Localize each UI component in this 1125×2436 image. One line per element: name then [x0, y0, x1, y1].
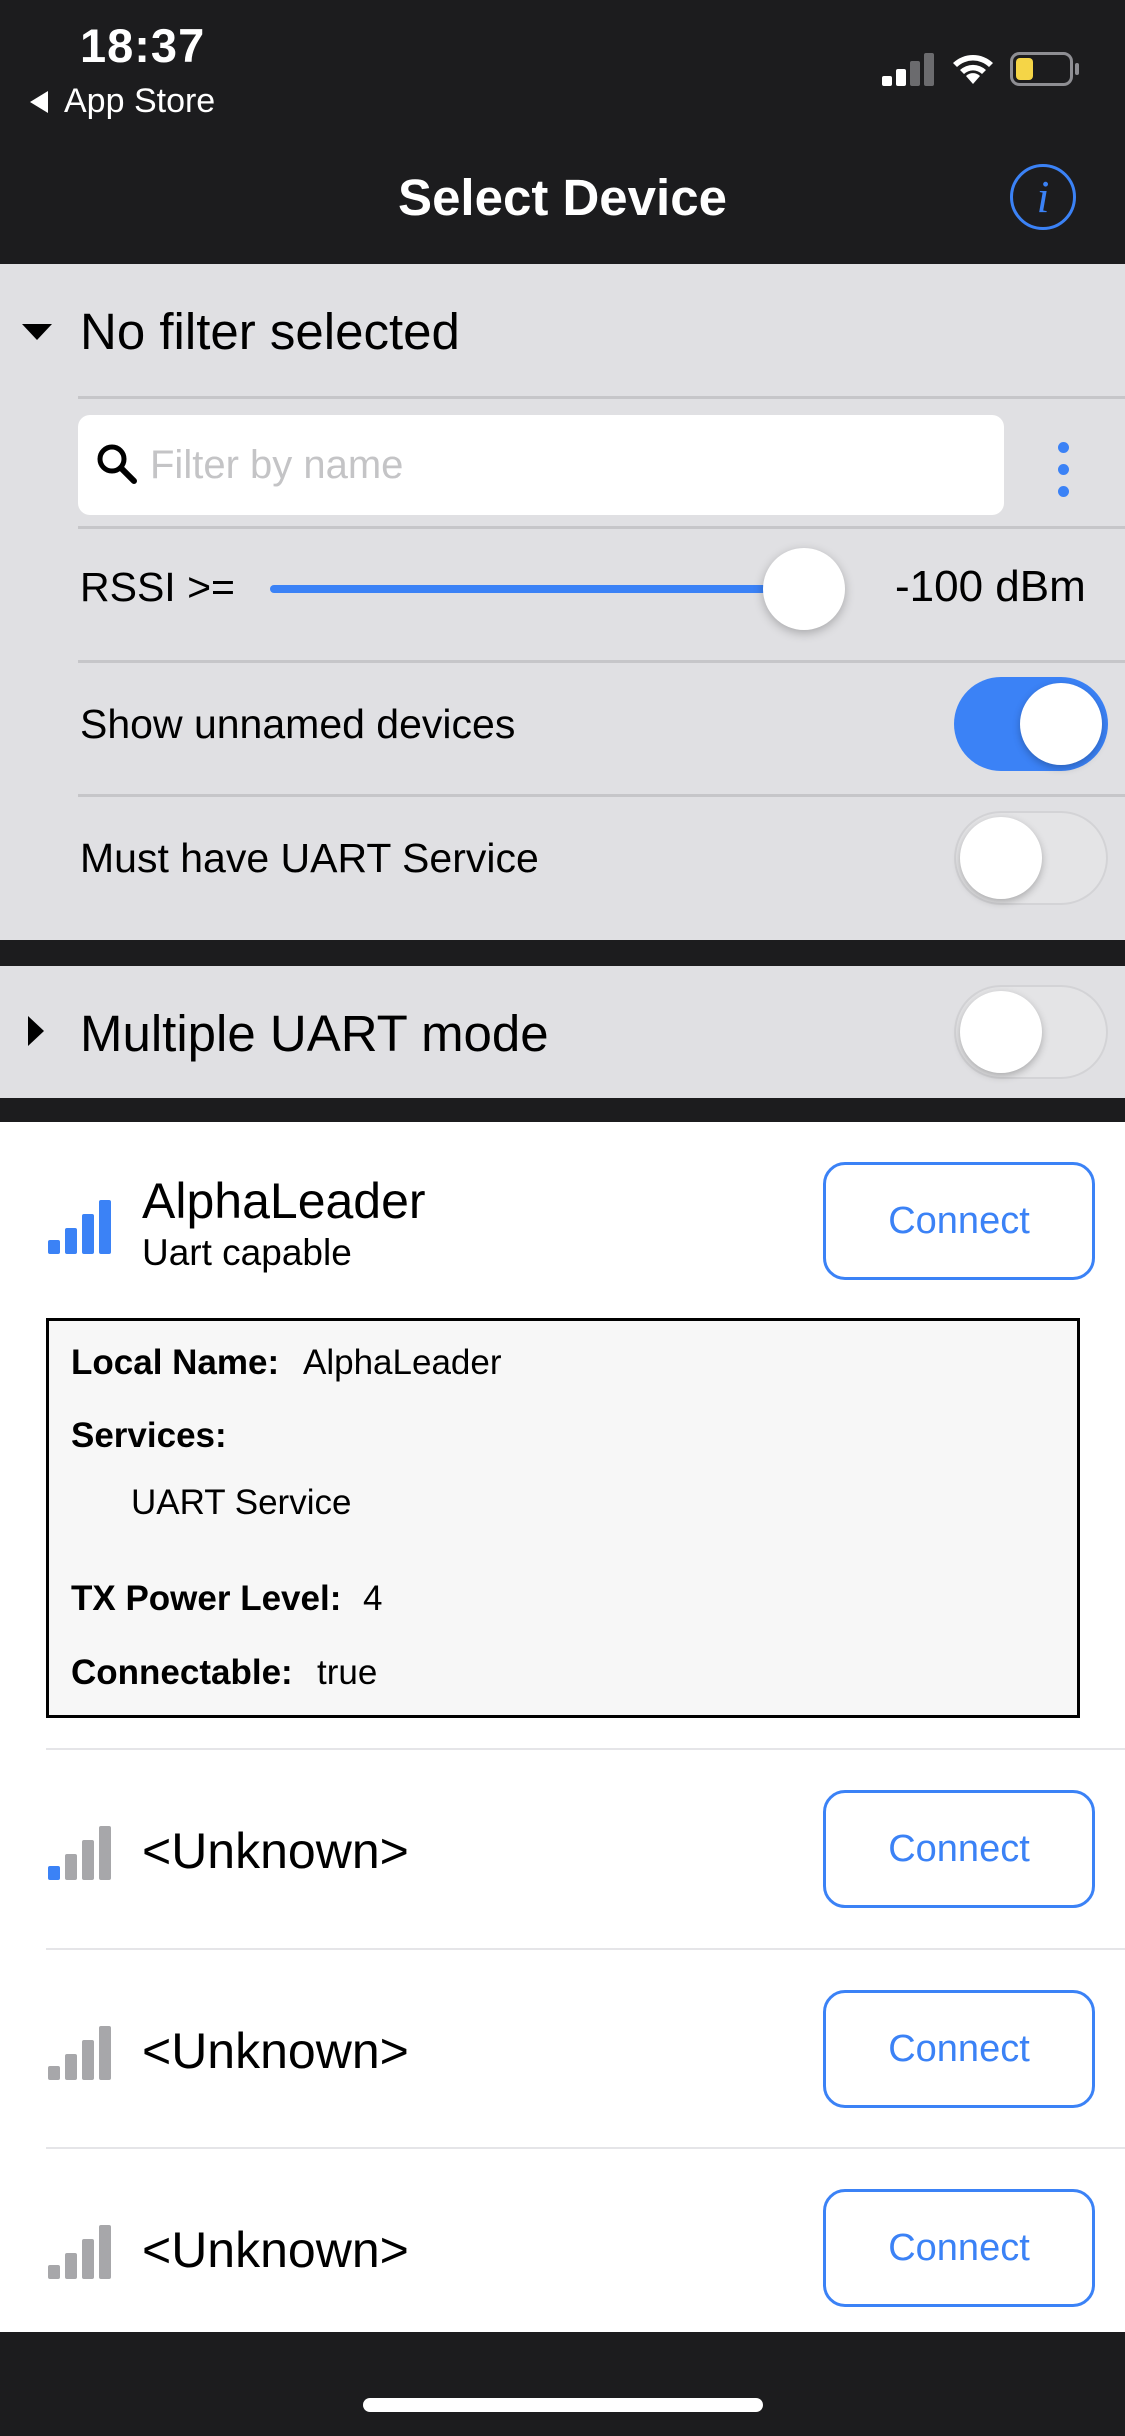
signal-strength-icon — [48, 2024, 116, 2080]
divider — [46, 1748, 1125, 1750]
battery-icon — [1010, 52, 1079, 86]
page-title: Select Device — [398, 169, 727, 226]
connect-button[interactable]: Connect — [823, 2189, 1095, 2307]
signal-strength-icon — [48, 1198, 116, 1254]
device-name: <Unknown> — [142, 1823, 409, 1879]
multi-uart-panel: Multiple UART mode — [0, 966, 1125, 1098]
rssi-value: -100 dBm — [895, 562, 1086, 611]
signal-bar — [82, 2040, 94, 2080]
signal-bar — [48, 1866, 60, 1880]
signal-bar — [48, 2265, 60, 2279]
back-arrow-icon — [30, 90, 48, 113]
search-icon — [97, 444, 137, 484]
filter-panel: No filter selected RSSI >= -100 dBm Show… — [0, 264, 1125, 940]
service-item: UART Service — [131, 1483, 352, 1522]
info-button[interactable]: i — [1010, 164, 1076, 230]
signal-bar — [82, 2239, 94, 2279]
divider — [78, 526, 1125, 529]
signal-bar — [65, 2054, 77, 2080]
filter-title: No filter selected — [80, 303, 460, 360]
rssi-slider-track[interactable] — [270, 585, 830, 593]
signal-strength-icon — [48, 2223, 116, 2279]
signal-bar — [65, 1854, 77, 1880]
device-name: <Unknown> — [142, 2222, 409, 2278]
divider — [78, 396, 1125, 399]
connectable-key: Connectable: — [71, 1653, 293, 1692]
signal-strength-icon — [48, 1824, 116, 1880]
toggle-knob — [960, 817, 1042, 899]
rssi-slider-fill — [270, 585, 804, 593]
signal-bar — [65, 2253, 77, 2279]
signal-bar — [99, 2026, 111, 2080]
show-unnamed-toggle[interactable] — [954, 677, 1108, 771]
tx-power-value: 4 — [363, 1579, 383, 1618]
disclosure-right-icon — [28, 1016, 44, 1046]
local-name-key: Local Name: — [71, 1343, 280, 1382]
signal-bar — [99, 2225, 111, 2279]
connect-button[interactable]: Connect — [823, 1990, 1095, 2108]
signal-bar — [99, 1200, 111, 1254]
wifi-icon — [953, 55, 993, 84]
toggle-knob — [1020, 683, 1102, 765]
uart-only-toggle[interactable] — [954, 811, 1108, 905]
advertisement-details: Local Name: AlphaLeader Services: UART S… — [46, 1318, 1080, 1718]
uart-only-label: Must have UART Service — [80, 835, 539, 881]
rssi-slider-thumb[interactable] — [763, 548, 845, 630]
connect-button[interactable]: Connect — [823, 1162, 1095, 1280]
search-input[interactable] — [150, 415, 990, 515]
divider — [78, 794, 1125, 797]
device-name: AlphaLeader — [142, 1173, 426, 1229]
device-name: <Unknown> — [142, 2023, 409, 2079]
multi-uart-title: Multiple UART mode — [80, 1005, 549, 1062]
local-name-value: AlphaLeader — [303, 1343, 502, 1382]
signal-bar — [65, 1228, 77, 1254]
top-bar: 18:37 App Store Select Device i — [0, 0, 1125, 264]
divider — [46, 2147, 1125, 2149]
signal-bar — [99, 1826, 111, 1880]
rssi-label: RSSI >= — [80, 564, 235, 610]
search-field[interactable] — [78, 415, 1004, 515]
multi-uart-toggle[interactable] — [954, 985, 1108, 1079]
device-list: AlphaLeader Uart capable Connect Local N… — [0, 1122, 1125, 2332]
divider — [46, 1948, 1125, 1950]
toggle-knob — [960, 991, 1042, 1073]
disclosure-down-icon — [22, 324, 52, 340]
services-key: Services: — [71, 1416, 227, 1455]
signal-bar — [82, 1840, 94, 1880]
divider — [78, 660, 1125, 663]
back-label: App Store — [64, 82, 216, 120]
cellular-signal-icon — [882, 50, 934, 86]
signal-bar — [82, 1214, 94, 1254]
home-indicator[interactable] — [363, 2398, 763, 2412]
status-time: 18:37 — [80, 19, 206, 72]
connectable-value: true — [317, 1653, 378, 1692]
device-subtitle: Uart capable — [142, 1232, 352, 1273]
back-to-app-store[interactable]: App Store — [30, 82, 215, 121]
signal-bar — [48, 2066, 60, 2080]
show-unnamed-label: Show unnamed devices — [80, 701, 516, 747]
signal-bar — [48, 1240, 60, 1254]
more-options-icon[interactable] — [1052, 442, 1076, 498]
home-bar — [0, 2332, 1125, 2436]
connect-button[interactable]: Connect — [823, 1790, 1095, 1908]
tx-power-key: TX Power Level: — [71, 1579, 342, 1618]
